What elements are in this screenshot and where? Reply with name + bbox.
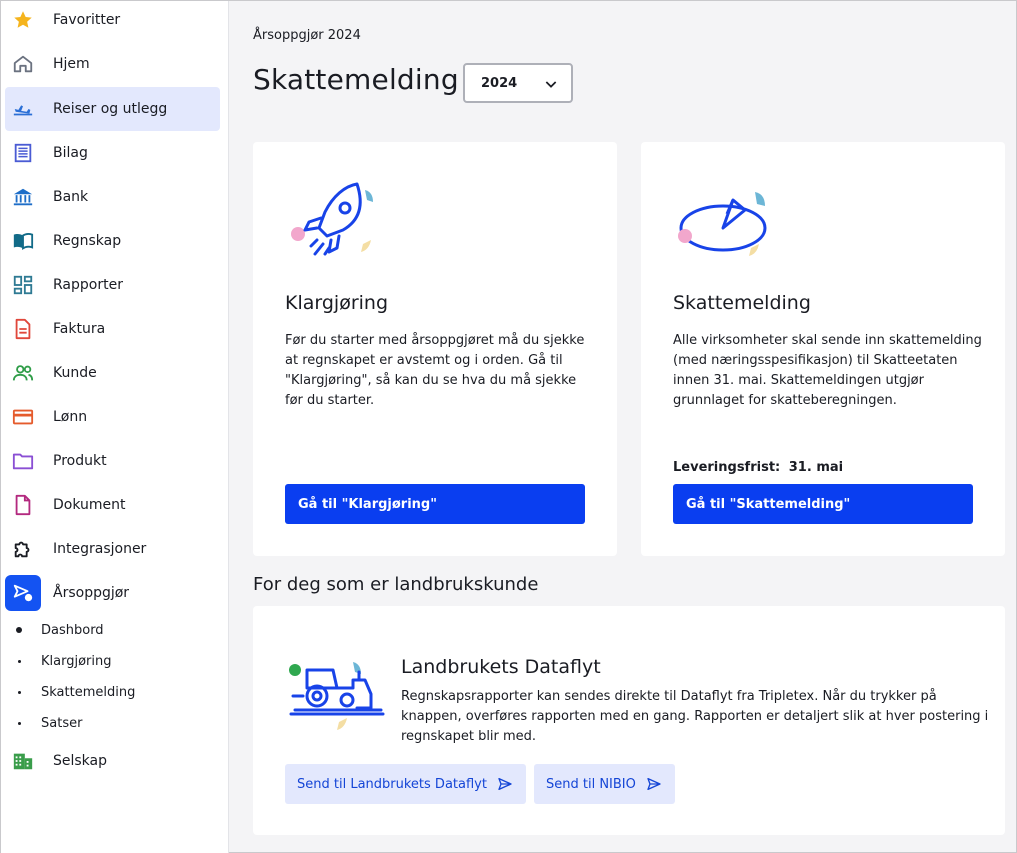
building-icon <box>5 743 41 779</box>
breadcrumb: Årsoppgjør 2024 <box>253 28 361 43</box>
sidebar-item-label: Regnskap <box>53 233 122 249</box>
deadline-label: Leveringsfrist: <box>673 460 781 475</box>
people-icon <box>5 355 41 391</box>
deadline-value: 31. mai <box>788 460 844 475</box>
sidebar-item-label: Bank <box>53 189 89 205</box>
home-icon <box>5 46 41 82</box>
sidebar-item-label: Faktura <box>53 321 106 337</box>
sub-item-label: Dashbord <box>41 622 104 638</box>
send-icon <box>646 776 662 792</box>
sidebar-item-bilag[interactable]: Bilag <box>5 131 220 175</box>
sidebar: Favoritter Hjem Reiser og utlegg Bilag B… <box>1 1 229 853</box>
sub-item-label: Klargjøring <box>41 653 112 669</box>
sidebar-item-integrasjoner[interactable]: Integrasjoner <box>5 527 220 571</box>
sidebar-item-label: Reiser og utlegg <box>53 101 168 117</box>
dashboard-icon <box>5 267 41 303</box>
sidebar-item-reiser[interactable]: Reiser og utlegg <box>5 87 220 131</box>
card-title: Skattemelding <box>673 292 811 314</box>
card-text: Regnskapsrapporter kan sendes direkte ti… <box>401 689 989 744</box>
deadline: Leveringsfrist: 31. mai <box>673 460 843 475</box>
send-dataflyt-label: Send til Landbrukets Dataflyt <box>297 776 487 792</box>
folder-icon <box>5 443 41 479</box>
sidebar-item-label: Hjem <box>53 56 90 72</box>
sidebar-item-favoritter[interactable]: Favoritter <box>5 0 220 42</box>
pie-chart-illustration-icon <box>675 188 775 272</box>
rocket-illustration-icon <box>287 182 387 271</box>
card-text: Alle virksomheter skal sende inn skattem… <box>673 333 982 408</box>
star-icon <box>5 2 41 38</box>
goto-skattemelding-button[interactable]: Gå til "Skattemelding" <box>673 484 973 524</box>
page-title: Skattemelding <box>253 63 459 96</box>
book-icon <box>5 223 41 259</box>
sidebar-item-regnskap[interactable]: Regnskap <box>5 219 220 263</box>
sidebar-item-label: Årsoppgjør <box>53 585 130 601</box>
main-content: Årsoppgjør 2024 Skattemelding 2024 Klarg… <box>229 1 1017 853</box>
sub-item-satser[interactable]: Satser <box>11 709 211 737</box>
sidebar-item-produkt[interactable]: Produkt <box>5 439 220 483</box>
sidebar-item-label: Kunde <box>53 365 97 381</box>
sidebar-item-label: Lønn <box>53 409 88 425</box>
sidebar-item-label: Selskap <box>53 753 108 769</box>
sidebar-item-hjem[interactable]: Hjem <box>5 42 220 86</box>
credit-card-icon <box>5 399 41 435</box>
year-select-value: 2024 <box>481 75 518 91</box>
card-title: Klargjøring <box>285 292 389 314</box>
card-text: Før du starter med årsoppgjøret må du sj… <box>285 333 585 408</box>
send-nibio-button[interactable]: Send til NIBIO <box>534 764 675 804</box>
sub-item-label: Skattemelding <box>41 684 136 700</box>
puzzle-icon <box>5 531 41 567</box>
sidebar-item-arsoppgjor[interactable]: Årsoppgjør <box>5 571 220 615</box>
annual-report-icon <box>5 575 41 611</box>
sidebar-item-faktura[interactable]: Faktura <box>5 307 220 351</box>
sub-item-klargjoring[interactable]: Klargjøring <box>11 647 211 675</box>
receipt-icon <box>5 135 41 171</box>
send-nibio-label: Send til NIBIO <box>546 776 636 792</box>
sidebar-item-rapporter[interactable]: Rapporter <box>5 263 220 307</box>
bullet-icon <box>11 721 27 725</box>
card-title: Landbrukets Dataflyt <box>401 656 601 678</box>
sidebar-item-label: Bilag <box>53 145 88 161</box>
tractor-illustration-icon <box>287 660 387 744</box>
sub-item-label: Satser <box>41 715 83 731</box>
invoice-icon <box>5 311 41 347</box>
bullet-icon <box>11 627 27 633</box>
sub-item-dashbord[interactable]: Dashbord <box>11 616 211 644</box>
sidebar-item-label: Produkt <box>53 453 107 469</box>
chevron-down-icon <box>543 76 559 96</box>
sidebar-item-kunde[interactable]: Kunde <box>5 351 220 395</box>
sidebar-item-dokument[interactable]: Dokument <box>5 483 220 527</box>
document-icon <box>5 487 41 523</box>
sidebar-item-label: Rapporter <box>53 277 123 293</box>
goto-klargjoring-button[interactable]: Gå til "Klargjøring" <box>285 484 585 524</box>
sub-item-skattemelding[interactable]: Skattemelding <box>11 678 211 706</box>
bullet-icon <box>11 659 27 663</box>
card-landbruk: Landbrukets Dataflyt Regnskapsrapporter … <box>253 606 1005 835</box>
sidebar-item-label: Favoritter <box>53 12 121 28</box>
sidebar-item-lonn[interactable]: Lønn <box>5 395 220 439</box>
card-skattemelding: Skattemelding Alle virksomheter skal sen… <box>641 142 1005 556</box>
sidebar-item-selskap[interactable]: Selskap <box>5 739 220 783</box>
card-klargjoring: Klargjøring Før du starter med årsoppgjø… <box>253 142 617 556</box>
bullet-icon <box>11 690 27 694</box>
airplane-icon <box>5 91 41 127</box>
bank-icon <box>5 179 41 215</box>
send-icon <box>497 776 513 792</box>
sidebar-item-label: Integrasjoner <box>53 541 147 557</box>
send-dataflyt-button[interactable]: Send til Landbrukets Dataflyt <box>285 764 526 804</box>
year-select[interactable]: 2024 <box>463 63 573 103</box>
sidebar-item-label: Dokument <box>53 497 126 513</box>
section-heading: For deg som er landbrukskunde <box>253 574 539 595</box>
sidebar-item-bank[interactable]: Bank <box>5 175 220 219</box>
